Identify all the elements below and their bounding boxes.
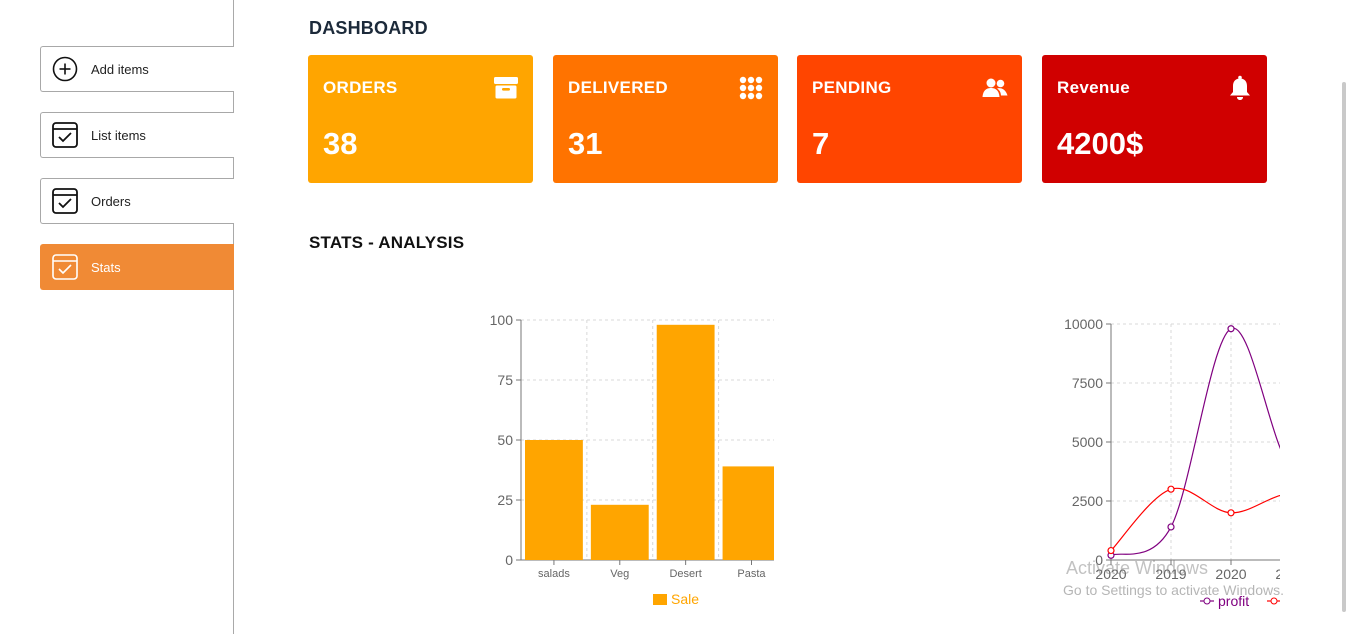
y-tick-label: 7500 xyxy=(1072,375,1103,391)
checkbox-icon xyxy=(51,253,79,281)
bar xyxy=(656,324,715,560)
delivered-card: DELIVERED 31 xyxy=(553,55,778,183)
sales-bar-chart: 0255075100saladsVegDesertPastaNoodlsCake… xyxy=(334,300,983,625)
series-line-loss xyxy=(1110,487,1347,551)
sidebar-item-label: Orders xyxy=(91,193,131,209)
checkbox-icon xyxy=(51,121,79,149)
y-tick-label: 5000 xyxy=(1072,434,1103,450)
sidebar-item-label: Stats xyxy=(91,259,121,275)
scrollbar[interactable] xyxy=(1339,0,1347,634)
legend-swatch xyxy=(653,594,667,605)
bar xyxy=(722,466,781,560)
card-value: 7 xyxy=(812,126,830,161)
users-icon xyxy=(982,78,1008,97)
bar xyxy=(525,440,583,560)
sidebar-item-stats[interactable]: Stats xyxy=(40,244,234,290)
y-tick-label: 0 xyxy=(505,552,513,568)
grid-icon xyxy=(739,76,763,100)
scrollbar-thumb[interactable] xyxy=(1342,82,1346,612)
y-tick-label: 10000 xyxy=(1064,316,1103,332)
page-title: DASHBOARD xyxy=(309,18,428,38)
revenue-card: Revenue 4200$ xyxy=(1042,55,1267,183)
checkbox-icon xyxy=(51,187,79,215)
activation-watermark-message: Go to Settings to activate Windows. xyxy=(1063,582,1284,598)
y-tick-label: 25 xyxy=(497,492,513,508)
archive-icon xyxy=(494,77,518,99)
data-point-loss xyxy=(1227,509,1235,517)
sidebar-item-add-items[interactable]: Add items xyxy=(40,46,234,92)
x-tick-label: Veg xyxy=(610,568,629,580)
legend-marker xyxy=(1270,597,1278,605)
main-content: DASHBOARD ORDERS 38 DELIVERED 31 PENDING… xyxy=(234,0,1347,634)
x-tick-label: 2020 xyxy=(1215,566,1246,582)
y-tick-label: 50 xyxy=(497,432,513,448)
activation-watermark-title: Activate Windows xyxy=(1066,558,1209,578)
card-value: 38 xyxy=(323,126,358,161)
sidebar-item-list-items[interactable]: List items xyxy=(40,112,234,158)
plus-circle-icon xyxy=(51,55,79,83)
x-tick-label: 2021 xyxy=(1275,566,1280,582)
legend-marker xyxy=(1203,597,1211,605)
card-label: PENDING xyxy=(812,78,892,97)
card-value: 31 xyxy=(568,126,603,161)
card-label: Revenue xyxy=(1057,78,1130,97)
data-point-loss xyxy=(1167,485,1175,493)
y-tick-label: 75 xyxy=(497,372,513,388)
card-label: DELIVERED xyxy=(568,78,668,97)
sidebar-item-label: List items xyxy=(91,127,146,143)
sidebar: Add items List items Orders Stats xyxy=(0,0,234,634)
orders-card: ORDERS 38 xyxy=(308,55,533,183)
data-point-profit xyxy=(1167,523,1175,531)
bar xyxy=(590,504,649,560)
data-point-profit xyxy=(1227,325,1235,333)
data-point-loss xyxy=(1107,546,1115,555)
y-tick-label: 100 xyxy=(490,312,514,328)
y-tick-label: 2500 xyxy=(1072,493,1103,509)
legend-label: Sale xyxy=(671,591,699,607)
sidebar-item-orders[interactable]: Orders xyxy=(40,178,234,224)
x-tick-label: salads xyxy=(538,568,570,580)
card-value: 4200$ xyxy=(1057,126,1144,161)
x-tick-label: Pasta xyxy=(737,568,766,580)
card-label: ORDERS xyxy=(323,78,398,97)
pending-card: PENDING 7 xyxy=(797,55,1022,183)
section-title: STATS - ANALYSIS xyxy=(309,233,465,252)
bell-icon xyxy=(1230,75,1250,100)
x-tick-label: Desert xyxy=(669,568,701,580)
sidebar-item-label: Add items xyxy=(91,61,149,77)
